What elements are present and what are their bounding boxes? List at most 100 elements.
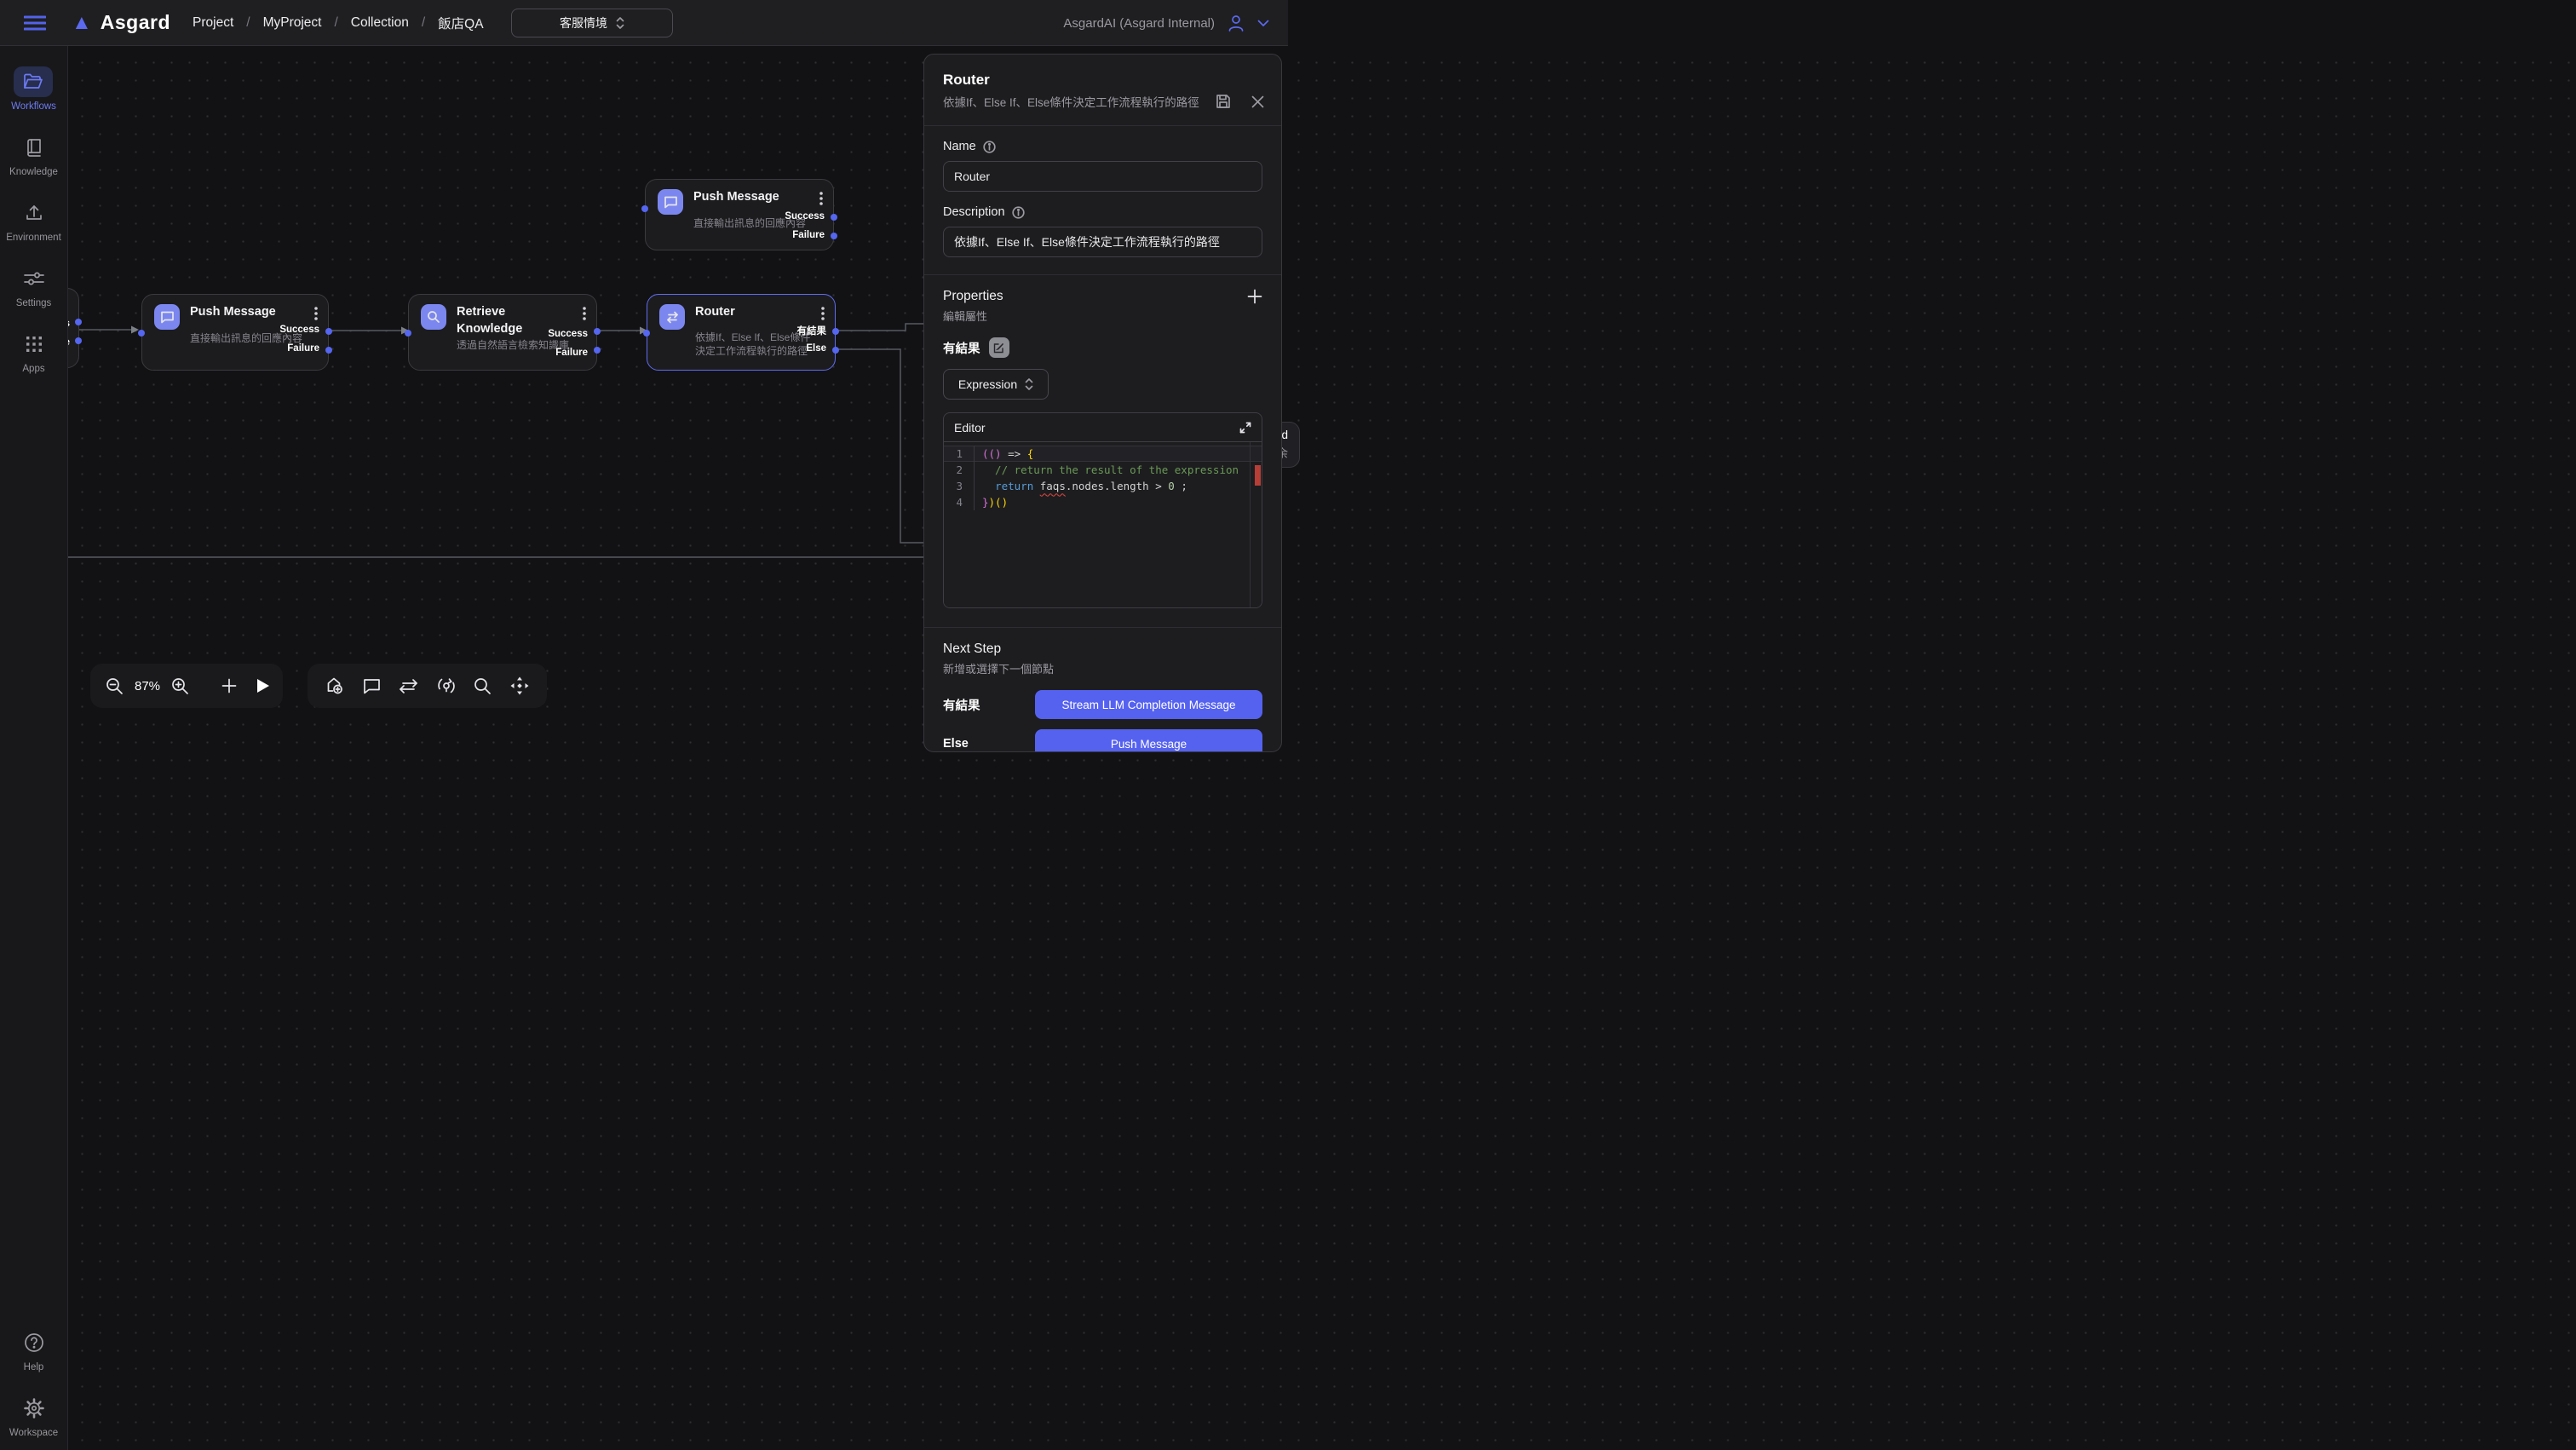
sidebar-item-label: Apps xyxy=(22,364,44,374)
property-name: 有結果 xyxy=(943,339,980,357)
name-label: Name xyxy=(943,140,976,153)
sidebar-item-label: Workflows xyxy=(11,101,56,112)
user-avatar-icon[interactable] xyxy=(1227,14,1245,32)
add-marker-icon[interactable] xyxy=(325,676,344,695)
sidebar-item-help[interactable]: Help xyxy=(14,1327,54,1372)
node-push-message-top[interactable]: Push Message 直接輸出訊息的回應內容 Success Failure xyxy=(645,179,834,250)
hamburger-menu-icon[interactable] xyxy=(24,14,46,32)
code-area[interactable]: 1(() => {2 // return the result of the e… xyxy=(944,442,1262,607)
chevron-updown-icon xyxy=(616,16,624,30)
close-icon[interactable] xyxy=(1251,94,1264,109)
kebab-menu-icon[interactable] xyxy=(583,307,586,325)
output-port[interactable] xyxy=(594,328,601,335)
expand-editor-icon[interactable] xyxy=(1239,422,1251,434)
run-workflow-icon[interactable] xyxy=(256,678,270,693)
zoom-in-icon[interactable] xyxy=(171,677,189,695)
output-port[interactable] xyxy=(75,319,82,325)
breadcrumb-project[interactable]: Project xyxy=(193,15,233,31)
help-icon xyxy=(14,1327,54,1358)
output-label: Failure xyxy=(792,230,825,240)
sidebar-item-workspace[interactable]: Workspace xyxy=(9,1393,58,1438)
sidebar-item-label: Knowledge xyxy=(9,167,58,177)
input-port[interactable] xyxy=(138,330,145,337)
sidebar-item-knowledge[interactable]: Knowledge xyxy=(9,132,58,177)
search-icon[interactable] xyxy=(474,677,492,695)
info-icon xyxy=(983,141,996,153)
input-port[interactable] xyxy=(643,330,650,337)
next-step-subtitle: 新增或選擇下一個節點 xyxy=(943,660,1262,676)
sidebar-item-workflows[interactable]: Workflows xyxy=(11,66,56,112)
add-property-icon[interactable] xyxy=(1247,289,1262,304)
output-label: Success xyxy=(279,325,319,335)
code-line[interactable]: 1(() => { xyxy=(944,446,1262,462)
kebab-menu-icon[interactable] xyxy=(314,307,318,325)
panel-title: Router xyxy=(943,72,1262,89)
output-port[interactable] xyxy=(325,328,332,335)
environment-selector[interactable]: 客服情境 xyxy=(511,9,673,37)
breadcrumb-myproject[interactable]: MyProject xyxy=(263,15,322,31)
output-port[interactable] xyxy=(831,214,837,221)
workflow-edges xyxy=(68,46,946,725)
output-port[interactable] xyxy=(831,233,837,239)
input-port[interactable] xyxy=(405,330,411,337)
description-input[interactable]: 依據If、Else If、Else條件決定工作流程執行的路徑 xyxy=(943,227,1262,257)
comment-icon[interactable] xyxy=(363,678,381,694)
properties-subtitle: 編輯屬性 xyxy=(943,308,1262,324)
next-step-button-stream-llm[interactable]: Stream LLM Completion Message xyxy=(1035,690,1262,719)
sidebar-item-label: Settings xyxy=(16,298,52,308)
output-port[interactable] xyxy=(832,328,839,335)
edit-property-icon[interactable] xyxy=(989,337,1009,358)
node-config-panel: Router 依據If、Else If、Else條件決定工作流程執行的路徑 Na… xyxy=(923,54,1282,752)
output-label: Else xyxy=(806,343,826,354)
auto-layout-icon[interactable] xyxy=(437,676,456,695)
logo-triangle-icon: ▲ xyxy=(72,13,92,33)
code-line[interactable]: 2 // return the result of the expression xyxy=(944,462,1262,478)
breadcrumb-current[interactable]: 飯店QA xyxy=(438,14,483,32)
output-port[interactable] xyxy=(832,347,839,354)
input-port[interactable] xyxy=(641,205,648,212)
description-label: Description xyxy=(943,205,1005,219)
zoom-out-icon[interactable] xyxy=(106,677,124,695)
breadcrumb-separator: / xyxy=(334,15,337,31)
save-icon[interactable] xyxy=(1216,94,1231,109)
code-lines: 1(() => {2 // return the result of the e… xyxy=(944,446,1262,510)
code-line[interactable]: 3 return faqs.nodes.length > 0 ; xyxy=(944,478,1262,494)
node-title: Retrieve Knowledge xyxy=(457,304,557,337)
breadcrumb-separator: / xyxy=(422,15,425,31)
error-ruler-mark xyxy=(1255,465,1261,486)
kebab-menu-icon[interactable] xyxy=(821,307,825,325)
next-step-heading: Next Step xyxy=(943,642,1262,657)
output-port[interactable] xyxy=(75,337,82,344)
node-push-message[interactable]: Push Message 直接輸出訊息的回應內容 Success Failure xyxy=(141,294,329,371)
account-chevron-down-icon[interactable] xyxy=(1257,20,1269,27)
expression-editor[interactable]: Editor 1(() => {2 // return the result o… xyxy=(943,412,1262,608)
sidebar-item-apps[interactable]: Apps xyxy=(14,329,54,374)
output-port[interactable] xyxy=(325,347,332,354)
move-pan-icon[interactable] xyxy=(510,676,529,695)
breadcrumb-collection[interactable]: Collection xyxy=(351,15,409,31)
next-step-button-push-message[interactable]: Push Message xyxy=(1035,729,1262,752)
swap-arrows-icon[interactable] xyxy=(399,679,418,693)
property-type-select[interactable]: Expression xyxy=(943,369,1049,400)
output-label: Failure xyxy=(287,343,319,354)
sidebar-item-settings[interactable]: Settings xyxy=(14,263,54,308)
router-swap-icon xyxy=(659,304,685,330)
workflow-canvas[interactable]: Success Failure Push Message 直接輸出訊息的回應內容… xyxy=(68,46,2576,1450)
code-line[interactable]: 4})() xyxy=(944,494,1262,510)
node-title: Router xyxy=(695,304,796,321)
add-node-icon[interactable] xyxy=(221,678,237,693)
node-retrieve-knowledge[interactable]: Retrieve Knowledge 透過自然語言檢索知識庫 Success F… xyxy=(408,294,597,371)
brand-name: Asgard xyxy=(101,11,170,34)
sidebar-item-label: Help xyxy=(24,1362,44,1372)
chevron-updown-icon xyxy=(1025,377,1033,391)
node-router[interactable]: Router 依據If、Else If、Else條件決定工作流程執行的路徑 有結… xyxy=(647,294,836,371)
name-input[interactable]: Router xyxy=(943,161,1262,192)
breadcrumb-separator: / xyxy=(246,15,250,31)
kebab-menu-icon[interactable] xyxy=(819,192,823,210)
output-port[interactable] xyxy=(594,347,601,354)
scrollbar-track xyxy=(1250,442,1251,607)
sidebar-item-environment[interactable]: Environment xyxy=(6,198,61,243)
brand-logo[interactable]: ▲ Asgard xyxy=(72,11,170,34)
output-label: Failure xyxy=(555,348,588,358)
breadcrumb: Project / MyProject / Collection / 飯店QA xyxy=(193,14,484,32)
